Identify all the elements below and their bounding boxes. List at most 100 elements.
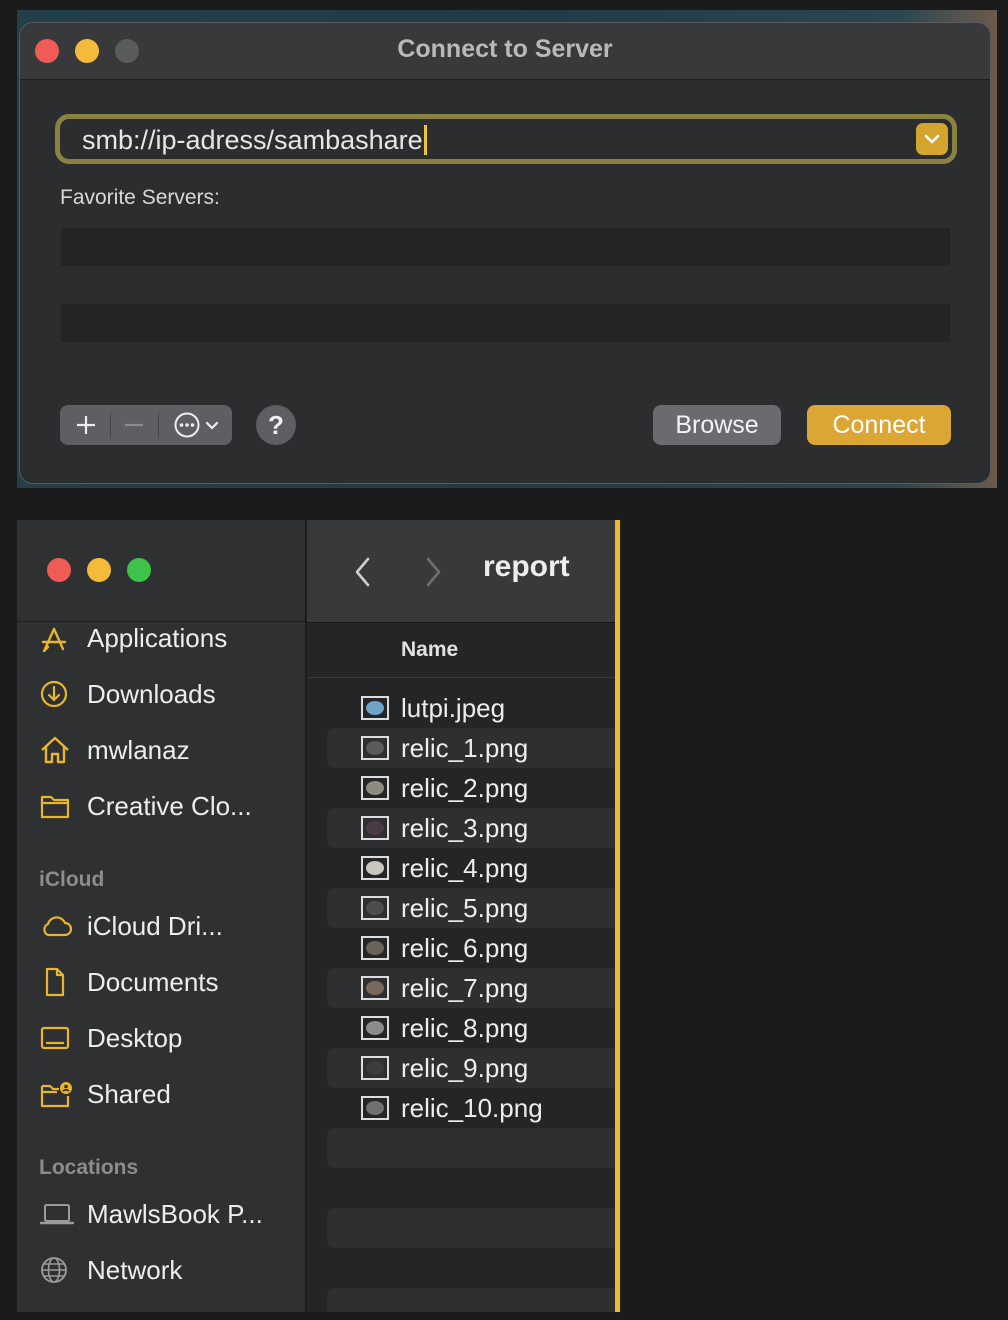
chevron-down-icon xyxy=(205,421,219,430)
server-address-input[interactable]: smb://ip-adress/sambashare xyxy=(55,114,957,164)
file-name: relic_9.png xyxy=(401,1052,529,1083)
sidebar-item-macbook[interactable]: MawlsBook P... xyxy=(39,1192,299,1236)
file-name: relic_5.png xyxy=(401,892,529,923)
text-caret xyxy=(423,125,427,155)
sidebar-item-label: Creative Clo... xyxy=(87,790,252,821)
connect-to-server-dialog: Connect to Server smb://ip-adress/sambas… xyxy=(19,22,991,484)
list-row xyxy=(61,304,950,342)
image-thumbnail-icon xyxy=(361,856,389,880)
cloud-icon xyxy=(39,910,79,942)
file-row[interactable]: relic_2.png xyxy=(327,768,617,808)
image-thumbnail-icon xyxy=(361,976,389,1000)
recent-servers-dropdown[interactable] xyxy=(916,123,948,155)
sidebar-section-icloud: iCloud xyxy=(39,868,105,891)
laptop-icon xyxy=(39,1198,79,1230)
sidebar-titlebar xyxy=(17,520,305,622)
finder-sidebar: Applications Downloads mwlanaz Creative … xyxy=(17,520,305,1312)
list-row xyxy=(61,228,950,266)
column-header-label: Name xyxy=(401,638,459,661)
file-name: relic_4.png xyxy=(401,852,529,883)
server-address-text[interactable]: smb://ip-adress/sambashare xyxy=(82,125,427,156)
file-row[interactable]: relic_4.png xyxy=(327,848,617,888)
dialog-titlebar: Connect to Server xyxy=(20,23,990,80)
file-row[interactable]: relic_9.png xyxy=(327,1048,617,1088)
image-thumbnail-icon xyxy=(361,1056,389,1080)
finder-toolbar: report xyxy=(307,520,617,623)
minus-icon xyxy=(125,423,143,427)
file-row[interactable]: relic_1.png xyxy=(327,728,617,768)
file-row[interactable]: relic_8.png xyxy=(327,1008,617,1048)
chevron-down-icon xyxy=(924,134,940,144)
image-thumbnail-icon xyxy=(361,816,389,840)
sidebar-item-label: Documents xyxy=(87,966,219,997)
add-favorite-button[interactable] xyxy=(66,405,106,445)
help-button[interactable]: ? xyxy=(256,405,296,445)
file-name: relic_8.png xyxy=(401,1012,529,1043)
list-row xyxy=(61,266,950,304)
file-row[interactable]: relic_3.png xyxy=(327,808,617,848)
image-thumbnail-icon xyxy=(361,1096,389,1120)
file-row[interactable]: lutpi.jpeg xyxy=(327,688,617,728)
file-row[interactable]: relic_7.png xyxy=(327,968,617,1008)
sidebar-item-icloud-drive[interactable]: iCloud Dri... xyxy=(39,904,299,948)
sidebar-item-downloads[interactable]: Downloads xyxy=(39,672,299,716)
sidebar-item-home[interactable]: mwlanaz xyxy=(39,728,299,772)
file-row[interactable]: relic_6.png xyxy=(327,928,617,968)
image-thumbnail-icon xyxy=(361,696,389,720)
sidebar-item-documents[interactable]: Documents xyxy=(39,960,299,1004)
sidebar-item-label: Shared xyxy=(87,1078,171,1109)
sidebar-section-locations: Locations xyxy=(39,1156,139,1179)
minimize-button[interactable] xyxy=(87,558,111,582)
zoom-button[interactable] xyxy=(127,558,151,582)
file-row[interactable]: relic_5.png xyxy=(327,888,617,928)
segment-divider xyxy=(110,413,111,437)
finder-content: report Name lutpi.jpeg relic_1.png relic… xyxy=(307,520,617,1312)
sidebar-item-applications[interactable]: Applications xyxy=(39,616,299,660)
browse-button[interactable]: Browse xyxy=(653,405,781,445)
file-name: relic_7.png xyxy=(401,972,529,1003)
connect-button[interactable]: Connect xyxy=(807,405,951,445)
remove-favorite-button[interactable] xyxy=(114,405,154,445)
sidebar-item-desktop[interactable]: Desktop xyxy=(39,1016,299,1060)
file-name: relic_1.png xyxy=(401,732,529,763)
sidebar-item-network[interactable]: Network xyxy=(39,1248,299,1292)
shared-folder-icon xyxy=(39,1078,79,1110)
empty-row xyxy=(327,1128,617,1168)
sidebar-item-label: Network xyxy=(87,1254,183,1285)
empty-row xyxy=(327,1248,617,1288)
back-button[interactable] xyxy=(343,552,383,592)
window-edge-highlight xyxy=(615,520,620,1312)
chevron-right-icon xyxy=(426,557,441,587)
favorites-edit-control xyxy=(60,405,232,445)
sidebar-item-label: Downloads xyxy=(87,678,216,709)
image-thumbnail-icon xyxy=(361,896,389,920)
empty-row xyxy=(327,1208,617,1248)
file-list: lutpi.jpeg relic_1.png relic_2.png relic… xyxy=(327,688,617,1312)
file-name: relic_6.png xyxy=(401,932,529,963)
favorite-servers-list[interactable] xyxy=(61,228,950,386)
file-name: relic_10.png xyxy=(401,1092,543,1123)
file-row[interactable]: relic_10.png xyxy=(327,1088,617,1128)
favorite-servers-label: Favorite Servers: xyxy=(60,186,220,209)
column-header-name[interactable]: Name xyxy=(307,624,617,678)
finder-window: Applications Downloads mwlanaz Creative … xyxy=(17,520,621,1312)
image-thumbnail-icon xyxy=(361,936,389,960)
forward-button[interactable] xyxy=(413,552,453,592)
image-thumbnail-icon xyxy=(361,736,389,760)
folder-icon xyxy=(39,790,79,822)
ellipsis-circle-icon xyxy=(174,412,200,438)
close-button[interactable] xyxy=(47,558,71,582)
desktop-icon xyxy=(39,1022,79,1054)
plus-icon xyxy=(77,416,95,434)
segment-divider xyxy=(158,413,159,437)
more-actions-button[interactable] xyxy=(164,405,228,445)
sidebar-item-shared[interactable]: Shared xyxy=(39,1072,299,1116)
sidebar-item-label: iCloud Dri... xyxy=(87,910,223,941)
file-name: lutpi.jpeg xyxy=(401,692,506,723)
network-icon xyxy=(39,1254,79,1286)
dialog-title: Connect to Server xyxy=(397,35,613,63)
image-thumbnail-icon xyxy=(361,1016,389,1040)
folder-title: report xyxy=(483,550,570,583)
sidebar-item-label: Desktop xyxy=(87,1022,183,1053)
sidebar-item-creative-cloud[interactable]: Creative Clo... xyxy=(39,784,299,828)
